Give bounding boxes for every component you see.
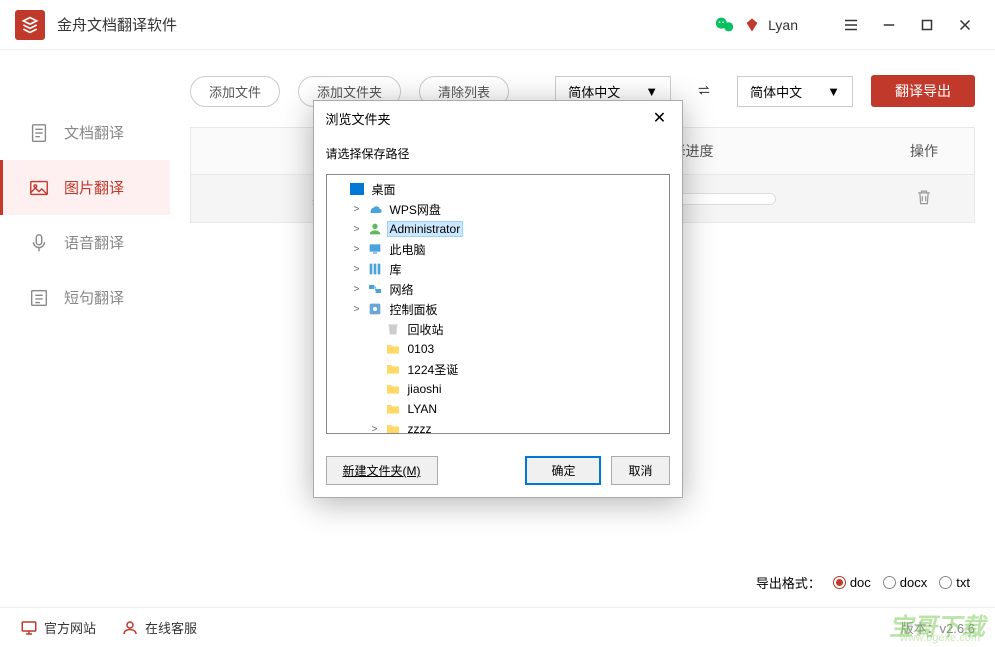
cancel-button[interactable]: 取消 xyxy=(611,456,669,485)
tree-label: zzzz xyxy=(405,422,435,434)
folder-tree[interactable]: 桌面>WPS网盘>Administrator>此电脑>库>网络>控制面板回收站0… xyxy=(326,174,670,434)
tree-label: jiaoshi xyxy=(405,382,445,396)
tree-label: 库 xyxy=(387,261,405,278)
dialog-prompt: 请选择保存路径 xyxy=(326,145,670,162)
expand-icon[interactable]: > xyxy=(351,224,363,235)
dialog-close-button[interactable]: ✕ xyxy=(650,108,670,128)
tree-item[interactable]: jiaoshi xyxy=(329,379,667,399)
tree-label: 控制面板 xyxy=(387,301,441,318)
tree-label: 0103 xyxy=(405,342,438,356)
tree-label: 网络 xyxy=(387,281,417,298)
tree-label: Administrator xyxy=(387,221,464,237)
tree-label: 回收站 xyxy=(405,321,447,338)
tree-item[interactable]: >库 xyxy=(329,259,667,279)
tree-item[interactable]: > 网络 xyxy=(329,279,667,299)
tree-item[interactable]: > Administrator xyxy=(329,219,667,239)
pc-icon xyxy=(367,241,383,257)
tree-label: LYAN xyxy=(405,402,441,416)
expand-icon[interactable]: > xyxy=(351,284,363,295)
lib-icon xyxy=(367,261,383,277)
expand-icon[interactable]: > xyxy=(351,304,363,315)
folder-icon xyxy=(385,341,401,357)
tree-item[interactable]: > 控制面板 xyxy=(329,299,667,319)
expand-icon[interactable]: > xyxy=(351,264,363,275)
tree-item[interactable]: > 此电脑 xyxy=(329,239,667,259)
tree-item[interactable]: LYAN xyxy=(329,399,667,419)
ok-button[interactable]: 确定 xyxy=(525,456,601,485)
bin-icon xyxy=(385,321,401,337)
tree-item[interactable]: 0103 xyxy=(329,339,667,359)
folder-icon xyxy=(385,421,401,434)
tree-label: 此电脑 xyxy=(387,241,429,258)
tree-item[interactable]: 1224圣诞 xyxy=(329,359,667,379)
net-icon xyxy=(367,281,383,297)
expand-icon[interactable]: > xyxy=(351,244,363,255)
expand-icon[interactable]: > xyxy=(351,204,363,215)
dialog-title: 浏览文件夹 xyxy=(326,109,391,128)
tree-item[interactable]: 回收站 xyxy=(329,319,667,339)
user-icon xyxy=(367,221,383,237)
folder-icon xyxy=(385,381,401,397)
tree-label: 1224圣诞 xyxy=(405,361,462,378)
tree-item[interactable]: 桌面 xyxy=(329,179,667,199)
new-folder-button[interactable]: 新建文件夹(M) xyxy=(326,456,438,485)
browse-folder-dialog: 浏览文件夹 ✕ 请选择保存路径 桌面 > WPS网盘 > Administrator > 此… xyxy=(313,100,683,498)
tree-item[interactable]: > zzzz xyxy=(329,419,667,434)
tree-label: WPS网盘 xyxy=(387,201,444,218)
cloud-icon xyxy=(367,201,383,217)
tree-label: 桌面 xyxy=(369,181,399,198)
tree-item[interactable]: > WPS网盘 xyxy=(329,199,667,219)
expand-icon[interactable]: > xyxy=(369,424,381,435)
folder-icon xyxy=(385,361,401,377)
folder-icon xyxy=(385,401,401,417)
desktop-icon xyxy=(349,181,365,197)
ctrl-icon xyxy=(367,301,383,317)
